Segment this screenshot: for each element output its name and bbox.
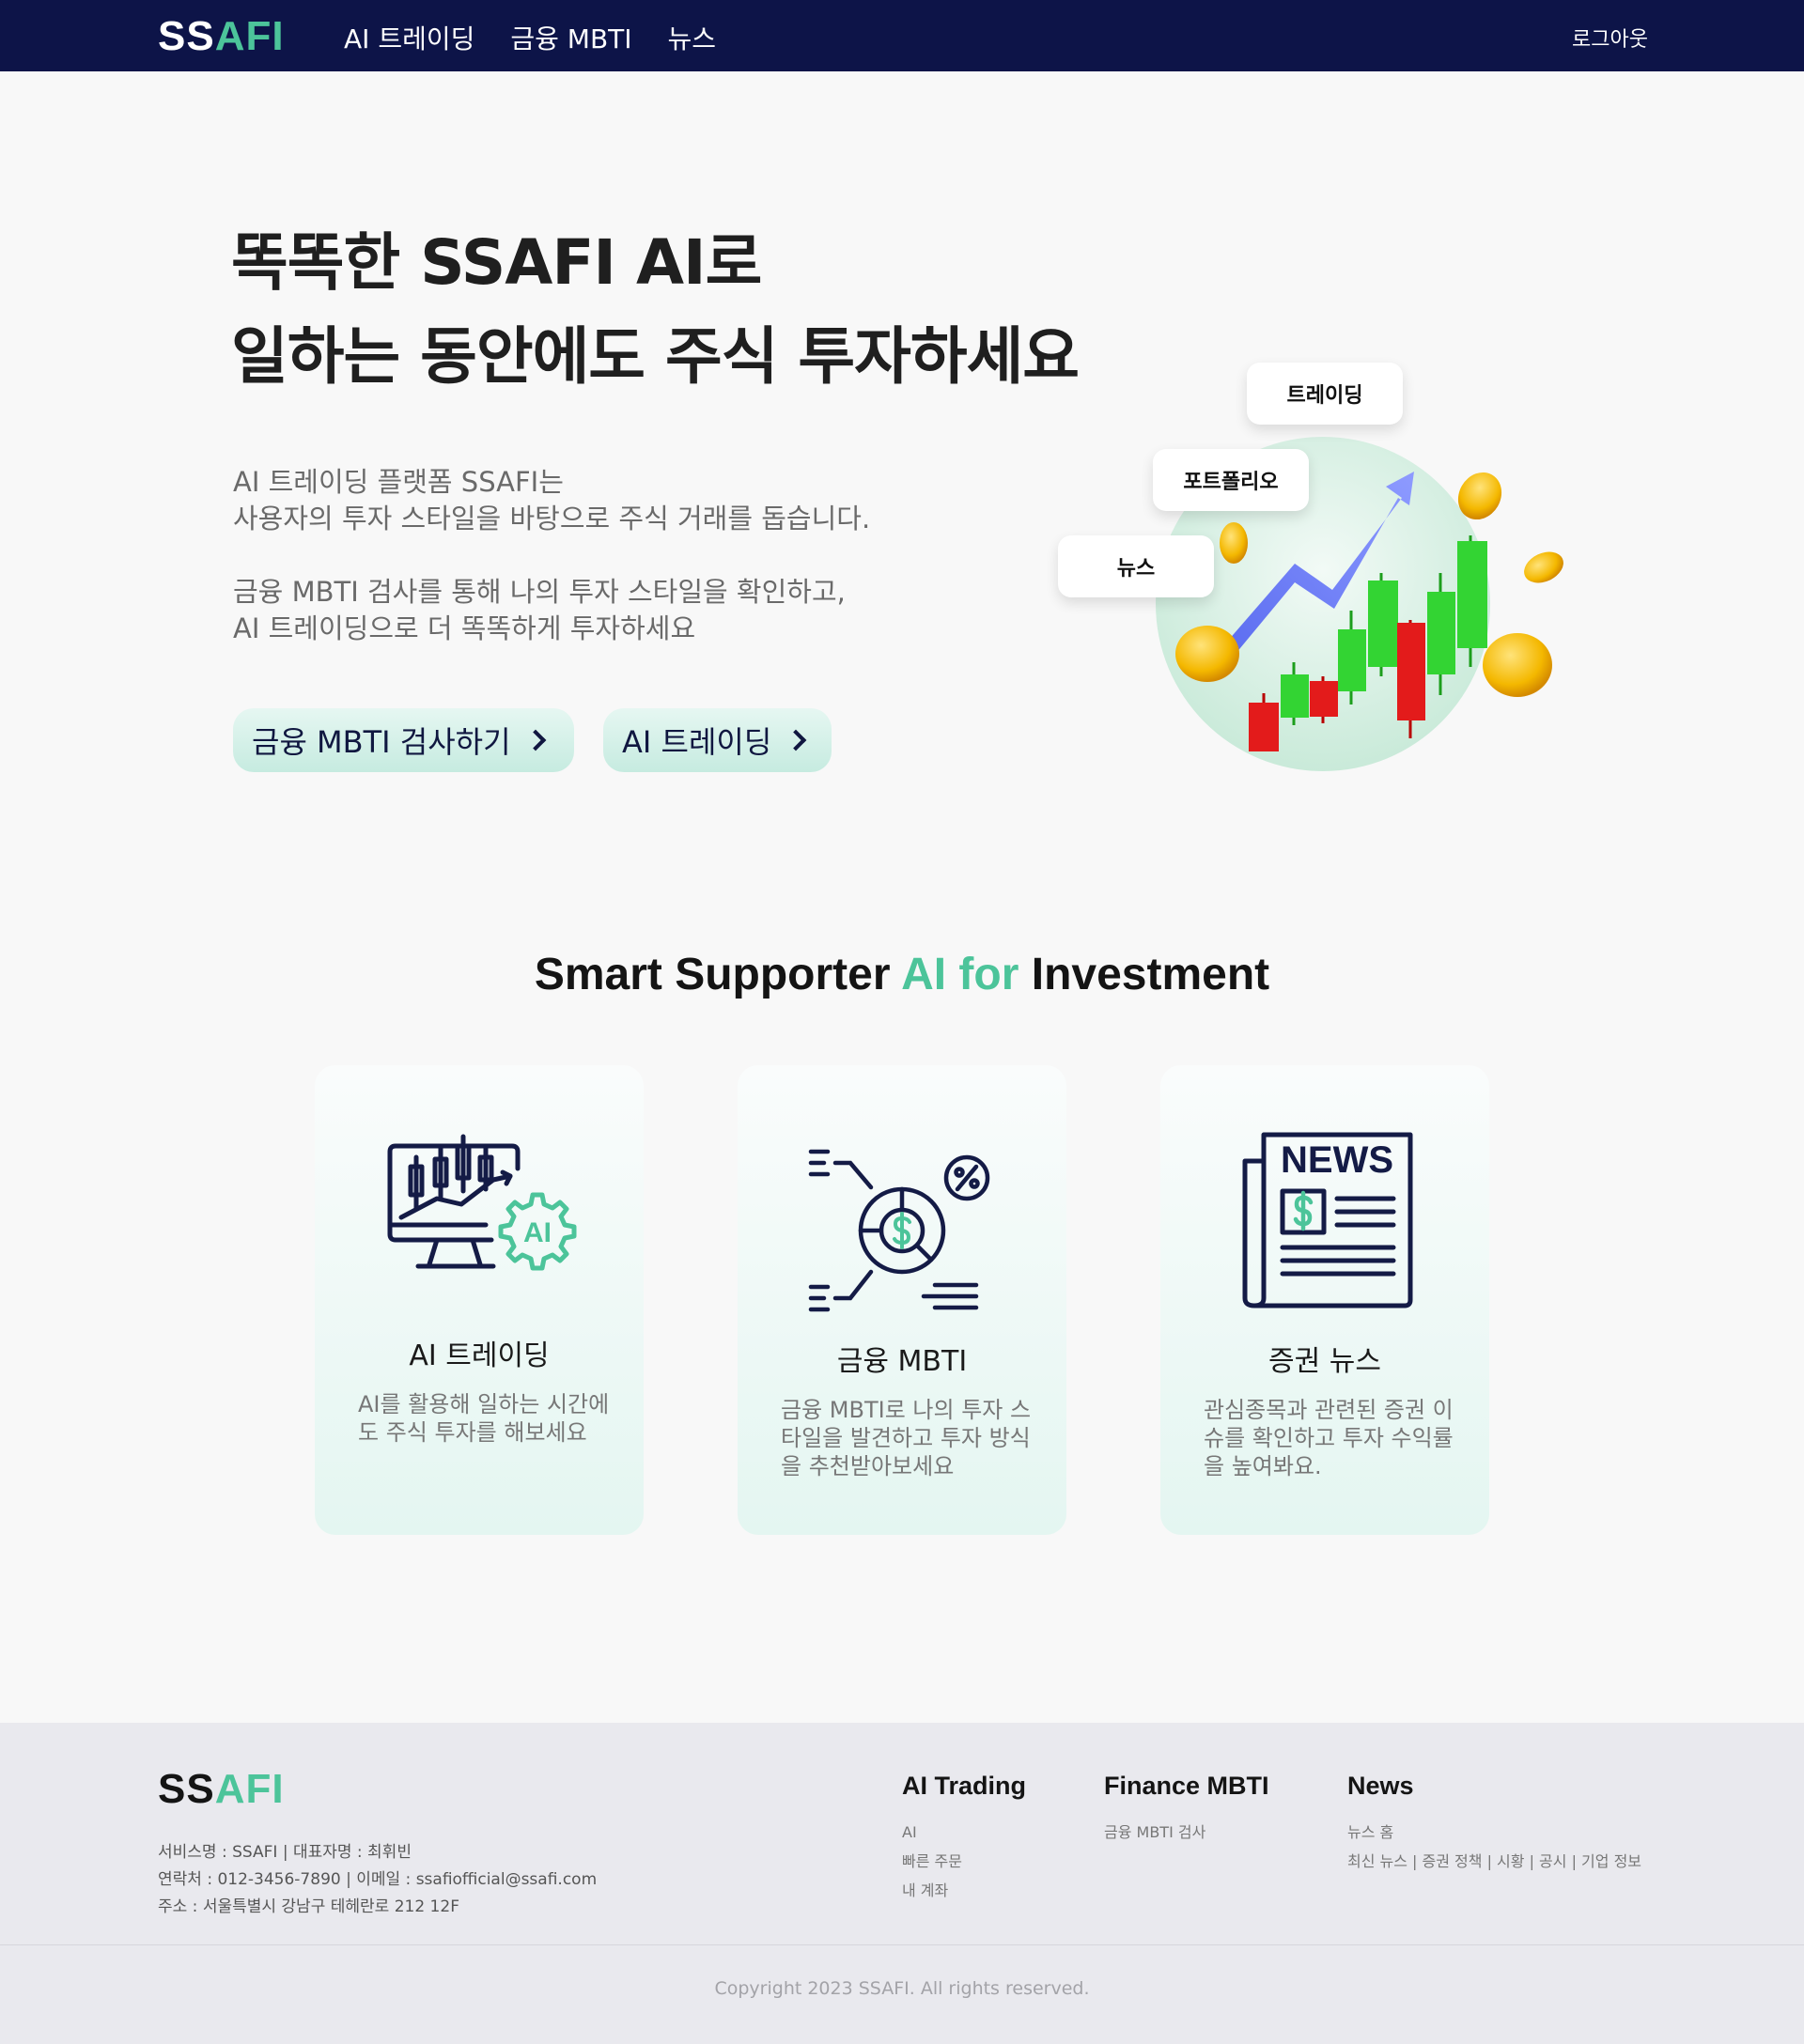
hero-illustration: 트레이딩 포트폴리오 뉴스 [1052,357,1578,789]
ai-trading-button-label: AI 트레이딩 [622,724,772,760]
card-desc-line: 관심종목과 관련된 증권 이 [1204,1397,1454,1423]
footer-col-title: AI Trading [902,1772,1027,1800]
logo-text-main: SS [158,1766,215,1812]
card-desc-line: 을 높여봐요. [1204,1453,1322,1479]
footer-info-service: 서비스명 : SSAFI | 대표자명 : 최휘빈 [158,1843,412,1862]
footer-info-contact: 연락처 : 012-3456-7890 | 이메일 : ssafiofficia… [158,1870,598,1889]
hero-desc-line-2: 사용자의 투자 스타일을 바탕으로 주식 거래를 돕습니다. [233,503,871,534]
section-title-part-1: Smart Supporter [534,950,902,999]
features-section-title: Smart Supporter AI for Investment [0,949,1804,1000]
footer-link-quick-order[interactable]: 빠른 주문 [902,1847,1026,1876]
footer-col-ai-trading: AI Trading AI 빠른 주문 내 계좌 [902,1772,1026,1905]
tag-trading: 트레이딩 [1247,363,1403,425]
footer-link-ai[interactable]: AI [902,1818,1026,1847]
nav-link-ai-trading[interactable]: AI 트레이딩 [344,19,474,56]
footer-link-my-account[interactable]: 내 계좌 [902,1876,1026,1905]
footer-col-news: News 뉴스 홈 최신 뉴스 | 증권 정책 | 시황 | 공시 | 기업 정… [1347,1772,1641,1876]
finance-chart-percent-icon [808,1149,990,1312]
logout-link[interactable]: 로그아웃 [1572,23,1648,53]
svg-text:AI: AI [523,1217,552,1248]
site-footer: SSAFI 서비스명 : SSAFI | 대표자명 : 최휘빈 연락처 : 01… [0,1723,1804,2044]
mbti-test-button-label: 금융 MBTI 검사하기 [252,724,511,760]
feature-card-stock-news[interactable]: NEWS 증권 뉴스 관심종목과 관련된 증권 이 슈를 확인하고 투자 수익률… [1160,1065,1489,1535]
footer-company-info: 서비스명 : SSAFI | 대표자명 : 최휘빈 연락처 : 012-3456… [158,1839,597,1921]
footer-link-news-categories[interactable]: 최신 뉴스 | 증권 정책 | 시황 | 공시 | 기업 정보 [1347,1847,1641,1876]
card-desc-line: 금융 MBTI로 나의 투자 스 [781,1397,1032,1423]
ai-trading-button[interactable]: AI 트레이딩 [603,708,832,772]
tag-news: 뉴스 [1058,535,1214,597]
logo-text-accent: AFI [214,13,285,59]
hero-description: AI 트레이딩 플랫폼 SSAFI는 사용자의 투자 스타일을 바탕으로 주식 … [233,464,870,647]
footer-info-address: 주소 : 서울특별시 강남구 테헤란로 212 12F [158,1897,459,1916]
nav-links: AI 트레이딩 금융 MBTI 뉴스 [344,19,716,56]
top-navbar: SSAFI AI 트레이딩 금융 MBTI 뉴스 로그아웃 [0,0,1804,71]
card-title-finance-mbti: 금융 MBTI [836,1345,968,1378]
footer-copyright: Copyright 2023 SSAFI. All rights reserve… [714,1978,1090,1999]
chevron-right-icon [785,729,807,751]
chevron-right-icon [524,729,546,751]
newspaper-headline-text: NEWS [1281,1139,1393,1181]
card-desc-line: 도 주식 투자를 해보세요 [358,1419,587,1446]
feature-card-finance-mbti[interactable]: 금융 MBTI 금융 MBTI로 나의 투자 스 타일을 발견하고 투자 방식 … [738,1065,1066,1535]
card-desc-line: 타일을 발견하고 투자 방식 [781,1425,1031,1451]
card-title-ai-trading: AI 트레이딩 [409,1339,550,1372]
mbti-test-button[interactable]: 금융 MBTI 검사하기 [233,708,574,772]
hero-title: 똑똑한 SSAFI AI로 일하는 동안에도 주식 투자하세요 [231,216,1080,404]
hero-title-line-2: 일하는 동안에도 주식 투자하세요 [231,320,1080,393]
card-desc-stock-news: 관심종목과 관련된 증권 이 슈를 확인하고 투자 수익률 을 높여봐요. [1204,1396,1457,1480]
nav-link-finance-mbti[interactable]: 금융 MBTI [510,19,631,56]
hero-desc-line-3: 금융 MBTI 검사를 통해 나의 투자 스타일을 확인하고, [233,576,846,608]
hero-desc-line-1: AI 트레이딩 플랫폼 SSAFI는 [233,466,564,498]
tag-portfolio: 포트폴리오 [1153,449,1309,511]
footer-col-title: News [1347,1772,1414,1800]
card-desc-line: AI를 활용해 일하는 시간에 [358,1391,610,1417]
nav-logo[interactable]: SSAFI [158,13,285,60]
card-desc-line: 슈를 확인하고 투자 수익률 [1204,1425,1454,1451]
footer-col-finance-mbti: Finance MBTI 금융 MBTI 검사 [1104,1772,1269,1847]
footer-logo[interactable]: SSAFI [158,1766,285,1813]
card-desc-ai-trading: AI를 활용해 일하는 시간에 도 주식 투자를 해보세요 [358,1390,612,1447]
footer-link-news-home[interactable]: 뉴스 홈 [1347,1818,1641,1847]
hero-desc-line-4: AI 트레이딩으로 더 똑똑하게 투자하세요 [233,612,696,644]
hero-title-line-1: 똑똑한 SSAFI AI로 [231,226,762,299]
footer-divider [0,1944,1804,1945]
section-title-accent: AI for [901,950,1019,999]
card-title-stock-news: 증권 뉴스 [1268,1345,1381,1378]
card-desc-line: 을 추천받아보세요 [781,1453,955,1479]
feature-card-ai-trading[interactable]: AI AI 트레이딩 AI를 활용해 일하는 시간에 도 주식 투자를 해보세요 [315,1065,644,1535]
section-title-part-2: Investment [1019,950,1270,999]
logo-text-accent: AFI [214,1766,285,1812]
newspaper-icon: NEWS [1242,1132,1413,1308]
ai-trading-monitor-icon: AI [387,1134,577,1271]
footer-link-mbti-test[interactable]: 금융 MBTI 검사 [1104,1818,1269,1847]
logo-text-main: SS [158,13,215,59]
nav-link-news[interactable]: 뉴스 [668,19,717,56]
card-desc-finance-mbti: 금융 MBTI로 나의 투자 스 타일을 발견하고 투자 방식 을 추천받아보세… [781,1396,1034,1480]
footer-col-title: Finance MBTI [1104,1772,1269,1800]
